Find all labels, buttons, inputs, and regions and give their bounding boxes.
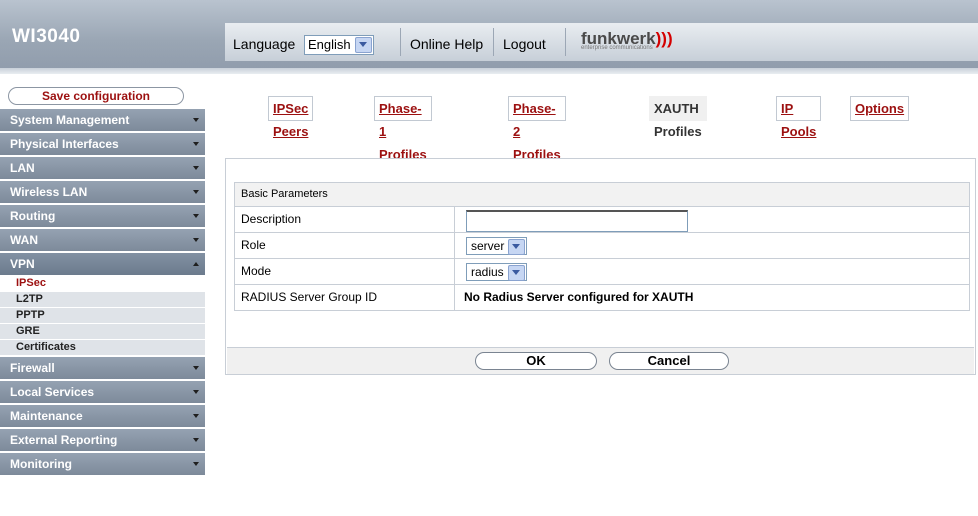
tab-phase1-profiles[interactable]: Phase-1 Profiles bbox=[374, 96, 432, 162]
logout-link[interactable]: Logout bbox=[503, 33, 546, 55]
sidebar-item-external-reporting[interactable]: External Reporting bbox=[0, 429, 205, 453]
sidebar-item-monitoring[interactable]: Monitoring bbox=[0, 453, 205, 477]
tab-xauth-profiles[interactable]: XAUTH Profiles bbox=[649, 96, 707, 139]
chevron-down-icon bbox=[507, 265, 525, 281]
role-label: Role bbox=[241, 238, 266, 252]
description-input[interactable] bbox=[466, 210, 688, 232]
divider bbox=[454, 259, 455, 284]
sidebar-item-label: Physical Interfaces bbox=[10, 137, 119, 151]
product-logo: WI3040 bbox=[12, 26, 81, 47]
radius-value: No Radius Server configured for XAUTH bbox=[464, 290, 694, 304]
mode-select[interactable]: radius bbox=[466, 263, 527, 281]
form-footer: OK Cancel bbox=[227, 347, 974, 374]
chevron-down-icon bbox=[354, 37, 372, 53]
sidebar-item-label: Maintenance bbox=[10, 409, 83, 423]
chevron-down-icon bbox=[193, 238, 199, 242]
sidebar-item-label: Local Services bbox=[10, 385, 95, 399]
language-value: English bbox=[308, 37, 351, 52]
chevron-down-icon bbox=[193, 214, 199, 218]
divider bbox=[565, 28, 566, 56]
sidebar-item-system-management[interactable]: System Management bbox=[0, 109, 205, 133]
sidebar-subitem-l2tp[interactable]: L2TP bbox=[0, 292, 205, 308]
ok-button[interactable]: OK bbox=[475, 352, 597, 370]
radius-row: RADIUS Server Group ID No Radius Server … bbox=[235, 285, 969, 310]
sidebar-item-wireless-lan[interactable]: Wireless LAN bbox=[0, 181, 205, 205]
tab-options[interactable]: Options bbox=[850, 96, 910, 121]
sidebar-item-lan[interactable]: LAN bbox=[0, 157, 205, 181]
radius-label: RADIUS Server Group ID bbox=[241, 290, 378, 304]
chevron-down-icon bbox=[193, 462, 199, 466]
sidebar-item-physical-interfaces[interactable]: Physical Interfaces bbox=[0, 133, 205, 157]
chevron-down-icon bbox=[193, 190, 199, 194]
sidebar-item-label: Firewall bbox=[10, 361, 55, 375]
tab-phase2-profiles[interactable]: Phase-2 Profiles bbox=[508, 96, 566, 162]
sidebar-item-label: Monitoring bbox=[10, 457, 72, 471]
chevron-down-icon bbox=[508, 239, 526, 255]
sidebar-subitem-gre[interactable]: GRE bbox=[0, 324, 205, 340]
chevron-up-icon bbox=[193, 262, 199, 266]
waves-icon: ))) bbox=[655, 29, 673, 48]
language-label: Language bbox=[233, 36, 296, 52]
chevron-down-icon bbox=[193, 166, 199, 170]
sidebar-item-label: WAN bbox=[10, 233, 38, 247]
cancel-button[interactable]: Cancel bbox=[609, 352, 729, 370]
header-toolbar: Language English Online Help Logout funk… bbox=[225, 23, 978, 61]
section-title: Basic Parameters bbox=[235, 183, 969, 207]
chevron-down-icon bbox=[193, 118, 199, 122]
description-row: Description bbox=[235, 207, 969, 233]
brand-logo: funkwerk))) enterprise communications bbox=[581, 29, 673, 51]
chevron-down-icon bbox=[193, 390, 199, 394]
sidebar-item-maintenance[interactable]: Maintenance bbox=[0, 405, 205, 429]
online-help-link[interactable]: Online Help bbox=[410, 33, 483, 55]
role-value: server bbox=[471, 239, 505, 253]
chevron-down-icon bbox=[193, 414, 199, 418]
chevron-down-icon bbox=[193, 366, 199, 370]
sidebar-item-firewall[interactable]: Firewall bbox=[0, 357, 205, 381]
description-label: Description bbox=[241, 212, 302, 226]
mode-value: radius bbox=[471, 265, 504, 279]
basic-parameters-form: Basic Parameters Description Role server… bbox=[234, 182, 970, 311]
sidebar-subitem-ipsec[interactable]: IPSec bbox=[0, 276, 205, 292]
sidebar-item-label: External Reporting bbox=[10, 433, 118, 447]
divider bbox=[454, 285, 455, 310]
role-row: Role server bbox=[235, 233, 969, 259]
divider bbox=[454, 233, 455, 258]
sidebar-item-label: Routing bbox=[10, 209, 56, 223]
sidebar-item-vpn[interactable]: VPN bbox=[0, 253, 205, 276]
sidebar-item-label: LAN bbox=[10, 161, 35, 175]
mode-row: Mode radius bbox=[235, 259, 969, 285]
sidebar-item-routing[interactable]: Routing bbox=[0, 205, 205, 229]
chevron-down-icon bbox=[193, 438, 199, 442]
sidebar-subitem-certificates[interactable]: Certificates bbox=[0, 340, 205, 357]
divider bbox=[454, 207, 455, 232]
save-configuration-button[interactable]: Save configuration bbox=[8, 87, 184, 105]
tab-ip-pools[interactable]: IP Pools bbox=[776, 96, 822, 139]
chevron-down-icon bbox=[193, 142, 199, 146]
sidebar-menu: System Management Physical Interfaces LA… bbox=[0, 109, 205, 477]
sidebar-item-wan[interactable]: WAN bbox=[0, 229, 205, 253]
mode-label: Mode bbox=[241, 264, 272, 278]
role-select[interactable]: server bbox=[466, 237, 528, 255]
divider bbox=[400, 28, 401, 56]
language-select[interactable]: English bbox=[304, 35, 374, 55]
sidebar-item-local-services[interactable]: Local Services bbox=[0, 381, 205, 405]
sidebar-item-label: Wireless LAN bbox=[10, 185, 88, 199]
tab-ipsec-peers[interactable]: IPSec Peers bbox=[268, 96, 314, 139]
sidebar-item-label: System Management bbox=[10, 113, 130, 127]
sidebar-subitem-pptp[interactable]: PPTP bbox=[0, 308, 205, 324]
sidebar-item-label: VPN bbox=[10, 257, 35, 271]
divider bbox=[493, 28, 494, 56]
form-panel: Basic Parameters Description Role server… bbox=[225, 158, 976, 375]
header-bar: WI3040 Language English Online Help Logo… bbox=[0, 0, 978, 74]
